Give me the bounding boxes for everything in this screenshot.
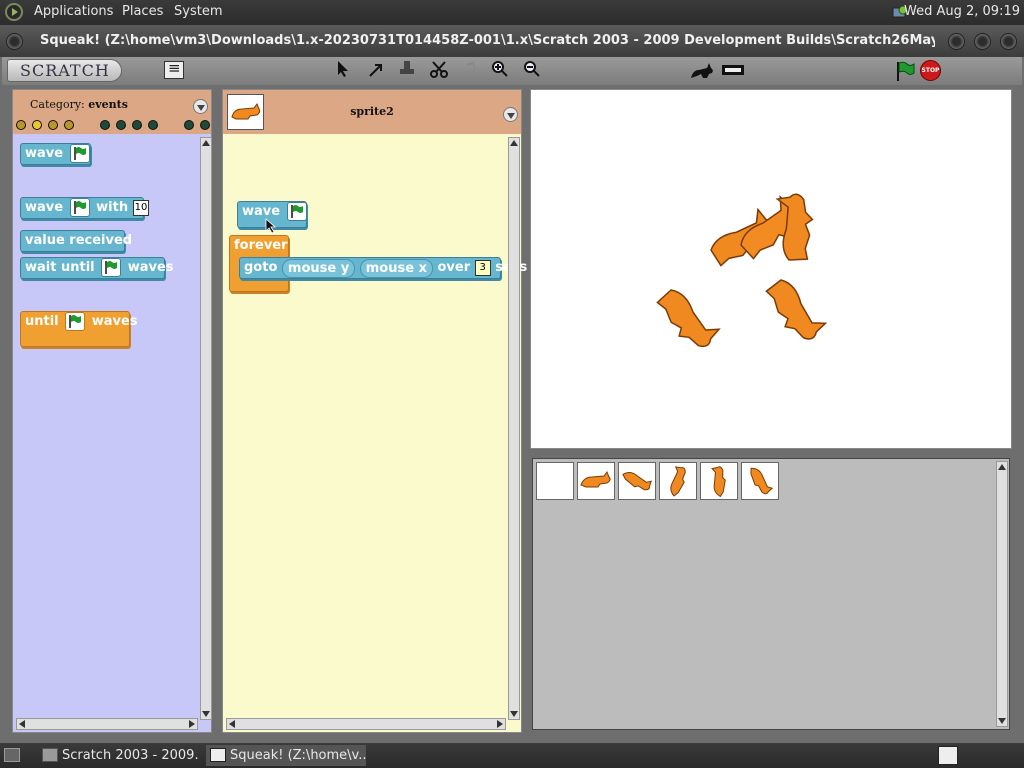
presentation-mode-icon[interactable] [720, 60, 746, 82]
sprite-library [532, 458, 1010, 730]
category-dot[interactable] [132, 120, 142, 130]
green-flag-icon[interactable] [894, 60, 916, 82]
number-input[interactable]: 10 [132, 200, 150, 216]
green-flag-icon [101, 258, 122, 277]
top-panel: Applications Places System Wed Aug 2, 09… [0, 0, 1024, 25]
secs-input[interactable]: 3 [474, 260, 491, 276]
palette-block-until-waves[interactable]: until waves [20, 311, 138, 347]
green-flag-icon [286, 202, 307, 221]
maximize-button[interactable] [974, 33, 991, 50]
palette-header: Category: events [13, 90, 211, 134]
squeak-tray-icon[interactable] [938, 746, 958, 765]
window-title: Squeak! (Z:\home\vm3\Downloads\1.x-20230… [40, 33, 935, 48]
scratch-app: SCRATCH STOP [0, 57, 1024, 743]
green-flag-icon [65, 312, 86, 331]
folder-icon [42, 748, 58, 762]
zoom-in-icon[interactable] [489, 60, 511, 82]
mouse-cursor-icon [265, 218, 277, 234]
stamp-icon[interactable] [396, 60, 418, 82]
scratch-toolbar: SCRATCH STOP [2, 57, 1022, 85]
sprite-library-thumbnail[interactable] [577, 462, 615, 500]
squeak-icon [210, 748, 226, 762]
category-dot[interactable] [200, 120, 210, 130]
undo-icon[interactable] [460, 60, 482, 82]
goto-block[interactable]: goto mouse y mouse x over 3 secs [239, 257, 527, 279]
taskbar-item-squeak[interactable]: Squeak! (Z:\home\v... [206, 745, 366, 766]
grow-icon[interactable] [366, 60, 388, 82]
cat-sprite[interactable] [765, 271, 829, 348]
menu-system[interactable]: System [174, 4, 222, 19]
category-dot[interactable] [100, 120, 110, 130]
category-dot[interactable] [184, 120, 194, 130]
category-dot[interactable] [64, 120, 74, 130]
green-flag-icon [69, 198, 90, 217]
block-palette: Category: events wave wave with 10 value… [12, 89, 212, 733]
palette-block-wave-with[interactable]: wave with 10 [20, 197, 150, 219]
close-button[interactable] [1000, 33, 1017, 50]
stage-thumbnail[interactable] [536, 462, 574, 500]
palette-block-wait-until-waves[interactable]: wait until waves [20, 257, 174, 279]
menu-list-icon[interactable] [164, 59, 184, 79]
window-titlebar[interactable]: Squeak! (Z:\home\vm3\Downloads\1.x-20230… [0, 25, 1024, 57]
menu-places[interactable]: Places [122, 4, 163, 19]
script-vertical-scrollbar[interactable] [508, 137, 520, 720]
stop-button[interactable]: STOP [920, 60, 941, 81]
category-name: events [88, 98, 128, 111]
mouse-y-reporter[interactable]: mouse y [281, 259, 356, 278]
sprite-menu-dropdown-icon[interactable] [503, 107, 518, 122]
menu-applications[interactable]: Applications [34, 4, 113, 19]
palette-horizontal-scrollbar[interactable] [16, 718, 198, 730]
sprite-name[interactable]: sprite2 [223, 105, 521, 118]
scissors-icon[interactable] [428, 60, 450, 82]
category-dot[interactable] [32, 120, 42, 130]
show-desktop-icon[interactable] [4, 748, 20, 762]
mouse-x-reporter[interactable]: mouse x [359, 259, 433, 278]
taskbar-item-scratch-folder[interactable]: Scratch 2003 - 2009... [38, 745, 198, 766]
stage[interactable] [530, 89, 1012, 449]
sprite-library-thumbnail[interactable] [741, 462, 779, 500]
category-dot[interactable] [116, 120, 126, 130]
sprite-header: sprite2 [223, 90, 521, 134]
scratch-logo: SCRATCH [7, 59, 122, 82]
zoom-out-icon[interactable] [521, 60, 543, 82]
script-horizontal-scrollbar[interactable] [226, 718, 506, 730]
category-label: Category: events [30, 98, 128, 111]
sprite-library-thumbnail[interactable] [700, 462, 738, 500]
cat-icon[interactable] [688, 60, 716, 82]
cat-sprite[interactable] [655, 279, 723, 356]
category-dot[interactable] [16, 120, 26, 130]
minimize-button[interactable] [948, 33, 965, 50]
taskbar: Scratch 2003 - 2009... Squeak! (Z:\home\… [0, 743, 1024, 768]
palette-vertical-scrollbar[interactable] [200, 137, 212, 720]
library-vertical-scrollbar[interactable] [996, 461, 1008, 727]
gnome-foot-icon[interactable] [5, 3, 23, 21]
green-flag-icon [69, 144, 90, 163]
arrow-icon[interactable] [332, 60, 354, 82]
script-pane[interactable]: sprite2 wave forever goto mouse y mouse … [222, 89, 527, 733]
sprite-library-thumbnail[interactable] [618, 462, 656, 500]
category-dot[interactable] [148, 120, 158, 130]
clock[interactable]: Wed Aug 2, 09:19 [904, 4, 1020, 19]
window-menu-icon[interactable] [6, 33, 23, 50]
palette-block-wave[interactable]: wave [20, 143, 91, 165]
category-dot[interactable] [48, 120, 58, 130]
palette-block-value-received[interactable]: value received [20, 230, 132, 252]
category-dropdown-icon[interactable] [193, 99, 208, 114]
sprite-library-thumbnail[interactable] [659, 462, 697, 500]
